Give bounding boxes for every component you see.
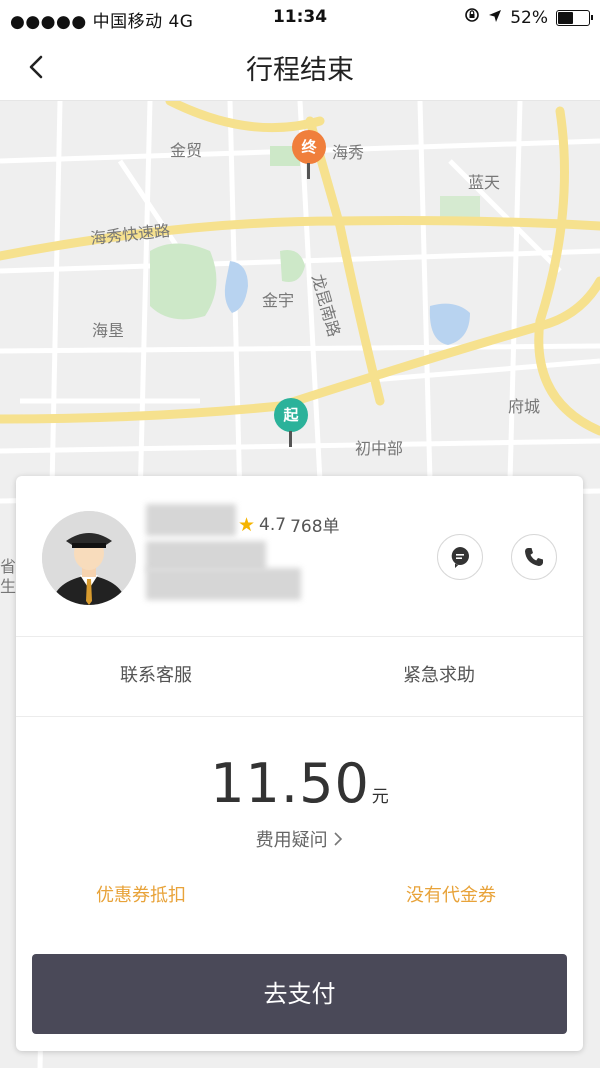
phone-icon	[525, 548, 543, 566]
back-button[interactable]	[22, 52, 52, 82]
contact-customer-service-button[interactable]: 联系客服	[120, 661, 192, 687]
divider	[16, 716, 583, 717]
star-icon: ★	[238, 513, 256, 536]
map-label: 金宇	[262, 291, 295, 310]
driver-car-blurred	[146, 568, 301, 600]
driver-plate-blurred	[146, 541, 266, 571]
end-pin[interactable]: 终	[292, 130, 326, 164]
map-label: 海垦	[92, 321, 125, 340]
fare-amount-block: 11.50 元	[16, 752, 583, 815]
map-label: 海秀	[332, 143, 365, 162]
status-bar: ●●●●● 中国移动 4G 11:34 52%	[0, 0, 600, 34]
driver-name-blurred	[146, 504, 236, 536]
map-label: 生	[0, 577, 17, 596]
call-button[interactable]	[511, 534, 557, 580]
message-button[interactable]	[437, 534, 483, 580]
start-pin-stem	[289, 431, 292, 447]
driver-rating: ★ 4.7 768单	[238, 512, 340, 538]
coupon-deduction-link[interactable]: 优惠券抵扣	[96, 881, 186, 907]
chevron-left-icon	[29, 55, 43, 79]
map-label: 初中部	[355, 439, 404, 458]
battery-icon	[556, 9, 593, 26]
emergency-help-button[interactable]: 紧急求助	[403, 661, 475, 687]
chevron-right-icon	[333, 830, 343, 851]
battery-percent: 52%	[510, 7, 548, 28]
rating-value: 4.7	[259, 514, 287, 535]
fare-question-link[interactable]: 费用疑问	[16, 826, 583, 852]
rotation-lock-icon	[464, 7, 480, 28]
status-right: 52%	[464, 7, 593, 28]
driver-avatar	[42, 511, 136, 605]
nav-bar: 行程结束	[0, 34, 600, 101]
voucher-link[interactable]: 没有代金券	[406, 881, 496, 907]
divider	[16, 636, 583, 637]
end-pin-stem	[307, 163, 310, 179]
order-count: 768单	[290, 517, 340, 537]
battery-fill	[558, 11, 573, 24]
trip-summary-card: ★ 4.7 768单 联系客服 紧急求助 11.50 元 费用疑问 优惠券抵扣 没…	[16, 476, 583, 1051]
map-label: 蓝天	[468, 173, 501, 192]
fare-question-label: 费用疑问	[255, 830, 334, 851]
pay-button[interactable]: 去支付	[32, 954, 567, 1034]
start-pin[interactable]: 起	[274, 398, 308, 432]
map-label: 金贸	[170, 141, 203, 160]
message-icon	[451, 547, 469, 568]
page-title: 行程结束	[246, 55, 354, 86]
fare-unit: 元	[371, 787, 389, 807]
map-label: 府城	[508, 397, 541, 416]
fare-amount: 11.50	[210, 752, 370, 815]
location-arrow-icon	[488, 8, 502, 28]
driver-avatar-icon	[42, 511, 136, 605]
